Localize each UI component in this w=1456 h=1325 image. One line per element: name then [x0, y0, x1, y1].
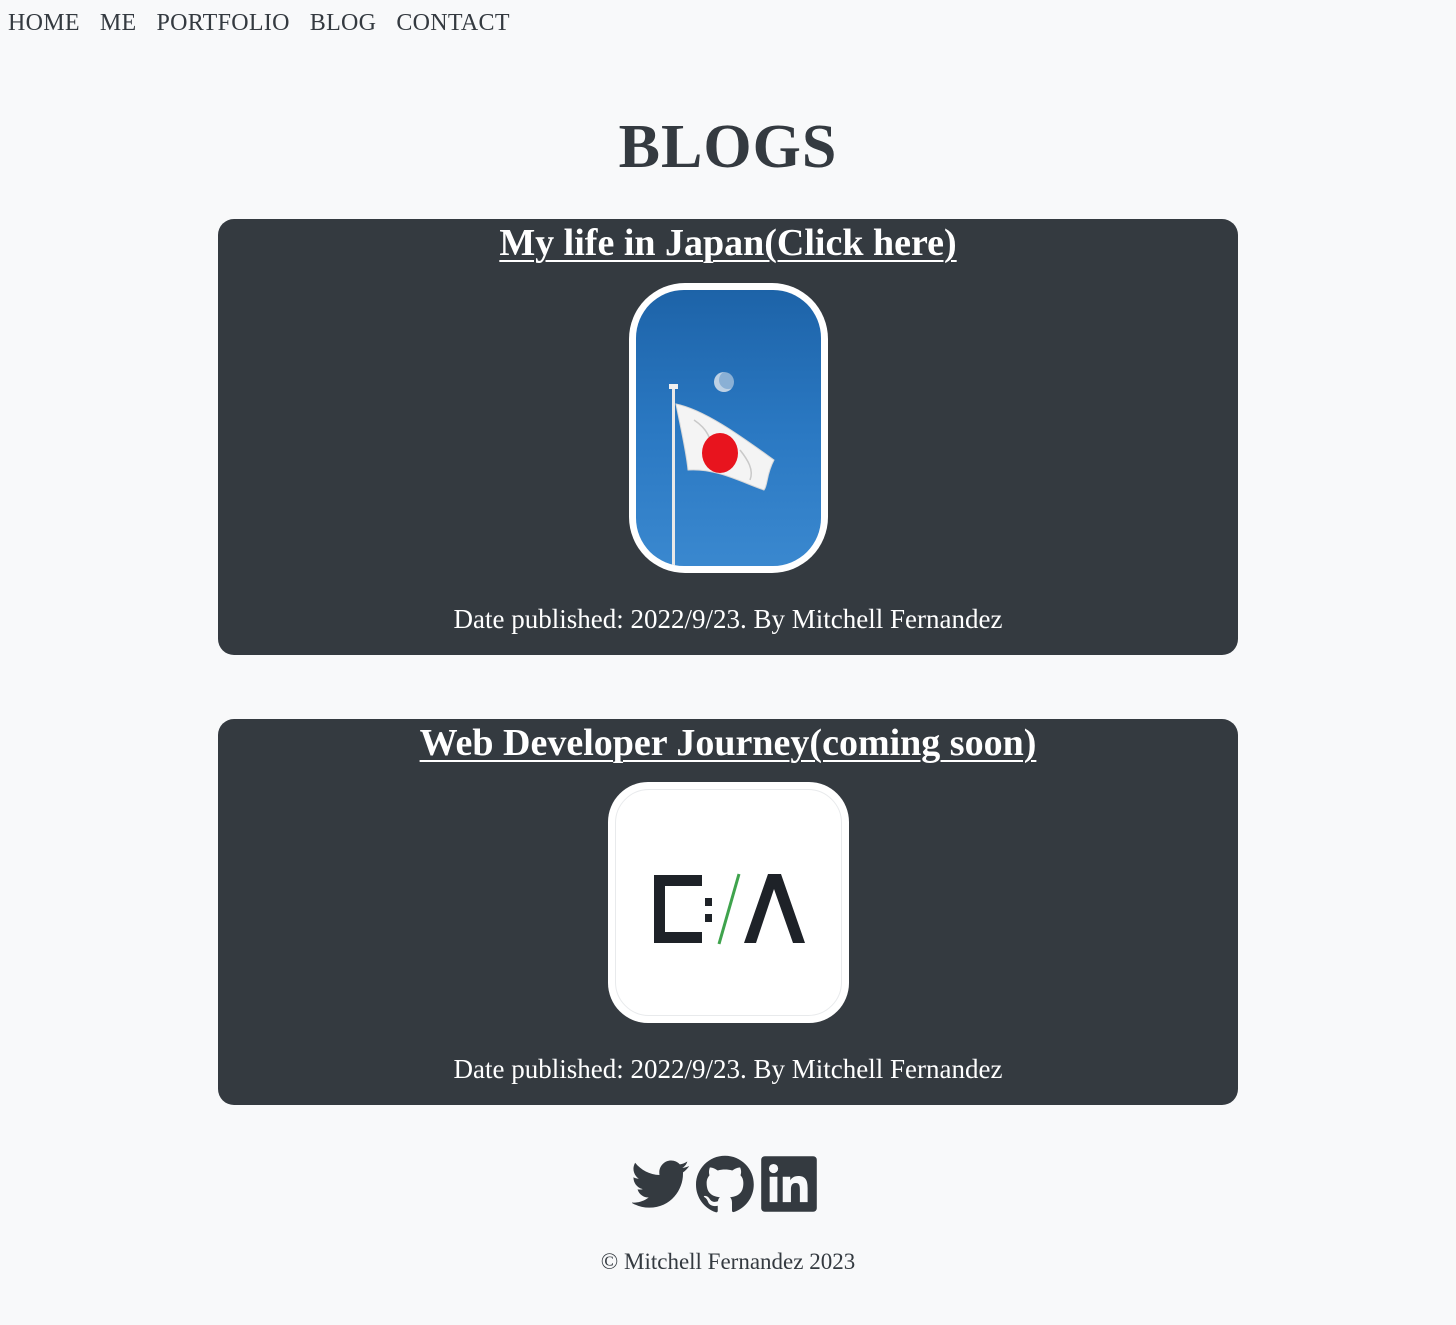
blog-meta-japan: Date published: 2022/9/23. By Mitchell F…: [453, 604, 1003, 634]
japan-flag-image[interactable]: [629, 283, 828, 573]
blog-title-link-japan[interactable]: My life in Japan(Click here): [218, 221, 1238, 265]
c-slash-a-logo: [615, 789, 842, 1016]
japan-flag-illustration: [669, 371, 775, 566]
footer-copyright: © Mitchell Fernandez 2023: [600, 1249, 856, 1274]
ca-logo-illustration: [654, 873, 805, 945]
nav-contact-link[interactable]: CONTACT: [396, 10, 510, 37]
ca-logo-image[interactable]: [608, 782, 849, 1023]
nav-blog-link[interactable]: BLOG: [310, 10, 377, 37]
blog-meta-web-dev: Date published: 2022/9/23. By Mitchell F…: [453, 1054, 1003, 1084]
github-icon[interactable]: [696, 1155, 754, 1213]
linkedin-icon[interactable]: [760, 1155, 818, 1213]
twitter-icon[interactable]: [631, 1155, 690, 1213]
nav-home-link[interactable]: HOME: [8, 10, 80, 37]
top-nav: HOME ME PORTFOLIO BLOG CONTACT: [8, 10, 510, 37]
social-links: [631, 1155, 818, 1213]
japan-flag-photo: [636, 290, 821, 566]
blog-title-link-web-dev[interactable]: Web Developer Journey(coming soon): [218, 721, 1238, 765]
nav-portfolio-link[interactable]: PORTFOLIO: [156, 10, 289, 37]
blog-card-web-dev: Web Developer Journey(coming soon) Date …: [218, 719, 1238, 1105]
blog-card-japan: My life in Japan(Click here) Date publis…: [218, 219, 1238, 655]
page-title: BLOGS: [618, 113, 838, 181]
nav-me-link[interactable]: ME: [100, 10, 137, 37]
